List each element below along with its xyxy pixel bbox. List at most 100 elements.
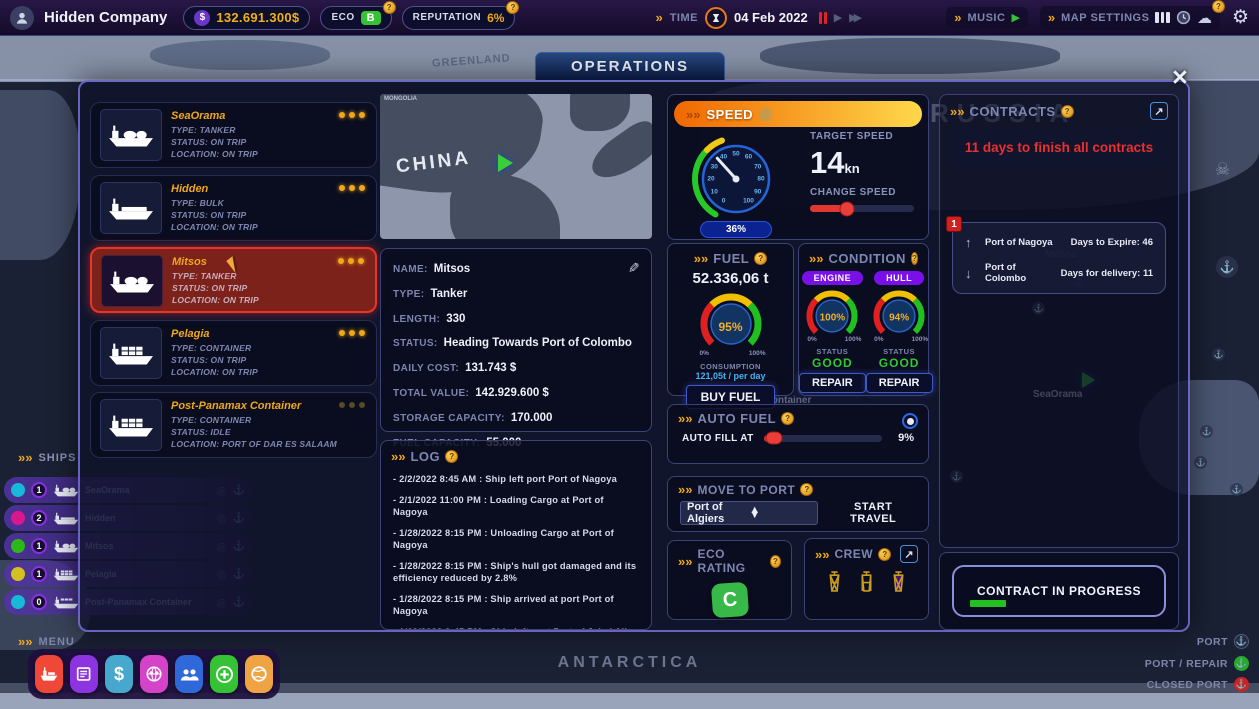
- crew-external-link-icon[interactable]: ↗: [900, 545, 918, 563]
- auto-fill-slider[interactable]: [764, 435, 882, 442]
- ship-card-mitsos-selected[interactable]: Mitsos TYPE: TANKER STATUS: ON TRIP LOCA…: [90, 247, 377, 313]
- ship-thumbnail: [100, 327, 162, 379]
- ship-count-badge: 1: [31, 538, 47, 554]
- ship-count-badge: 0: [31, 594, 47, 610]
- help-coin-icon[interactable]: ?: [383, 1, 396, 14]
- main-menu-bar: $: [28, 649, 280, 699]
- ship-card-pelagia[interactable]: Pelagia TYPE: CONTAINER STATUS: ON TRIP …: [90, 320, 377, 386]
- start-travel-button[interactable]: START TRAVEL: [830, 501, 916, 525]
- settings-gear-icon[interactable]: ⚙: [1232, 6, 1249, 29]
- port-marker-icon[interactable]: ⚓: [1230, 483, 1243, 496]
- port-marker-icon[interactable]: ⚓: [1212, 348, 1225, 361]
- detail-label: LENGTH:: [393, 314, 440, 325]
- music-control[interactable]: » MUSIC ▶: [946, 7, 1028, 28]
- speed-slider[interactable]: [810, 205, 914, 212]
- menu-world-button[interactable]: [245, 655, 273, 693]
- gauge-tick: 0: [722, 197, 726, 204]
- ship-name: Pelagia: [171, 328, 367, 340]
- contract-count-badge: 1: [946, 216, 962, 232]
- auto-fill-slider-knob[interactable]: [766, 432, 783, 445]
- help-coin-icon[interactable]: ?: [506, 1, 519, 14]
- repair-engine-button[interactable]: REPAIR: [799, 373, 866, 393]
- map-settings-control[interactable]: » MAP SETTINGS ? ☁: [1040, 6, 1220, 30]
- ship-rating-dots: [339, 402, 365, 408]
- chevron-icon: »: [655, 10, 662, 25]
- menu-ships-button[interactable]: [35, 655, 63, 693]
- detail-label: TOTAL VALUE:: [393, 388, 469, 399]
- fast-forward-button[interactable]: ▶▶: [849, 11, 858, 24]
- ship-icon: [53, 595, 79, 609]
- contract-card[interactable]: 1 ↑ Port of Nagoya Days to Expire: 46 ↓ …: [952, 222, 1166, 294]
- menu-add-button[interactable]: [210, 655, 238, 693]
- help-coin-icon[interactable]: ?: [878, 548, 891, 561]
- help-coin-icon[interactable]: ?: [754, 252, 767, 265]
- map-land-mass: [150, 40, 330, 70]
- port-marker-icon[interactable]: ⚓: [1200, 425, 1213, 438]
- contracts-external-link-icon[interactable]: ↗: [1150, 102, 1168, 120]
- ship-card-post-panamax[interactable]: Post-Panamax Container TYPE: CONTAINER S…: [90, 392, 377, 458]
- pause-button[interactable]: [819, 12, 827, 24]
- gauge-max-label: 100%: [749, 350, 766, 357]
- company-avatar-icon[interactable]: [10, 6, 34, 30]
- ship-location-minimap[interactable]: MONGOLIA CHINA: [380, 94, 652, 239]
- gauge-min-label: 0%: [874, 336, 883, 343]
- move-to-port-panel: »» MOVE TO PORT ? Port of Algiers ▲▼ STA…: [667, 476, 929, 532]
- ship-color-dot: [11, 483, 25, 497]
- port-marker-icon[interactable]: ⚓: [1194, 456, 1207, 469]
- menu-news-button[interactable]: [70, 655, 98, 693]
- menu-crew-button[interactable]: [175, 655, 203, 693]
- help-coin-icon[interactable]: ?: [800, 483, 813, 496]
- menu-label: MENU: [38, 636, 74, 648]
- gauge-tick: 90: [754, 188, 761, 195]
- clock-icon[interactable]: [1176, 10, 1191, 25]
- help-coin-icon[interactable]: ?: [911, 252, 918, 265]
- weather-cloud-icon[interactable]: ☁: [1197, 9, 1212, 27]
- menu-market-button[interactable]: [140, 655, 168, 693]
- ship-type: TYPE: TANKER: [171, 124, 367, 136]
- help-coin-icon[interactable]: ?: [1061, 105, 1074, 118]
- auto-fuel-toggle[interactable]: [902, 413, 918, 429]
- log-entry: - 1/10/2022 2:45 PM : Ship left port Por…: [381, 626, 651, 630]
- people-icon: [180, 667, 199, 682]
- minimap-land: [570, 94, 630, 131]
- speed-slider-knob[interactable]: [840, 201, 855, 216]
- contract-in-progress-button[interactable]: CONTRACT IN PROGRESS: [952, 565, 1166, 617]
- dollar-icon: $: [114, 664, 124, 685]
- ship-rating-dots: [339, 112, 365, 118]
- edit-pencil-icon[interactable]: ✎: [625, 262, 642, 274]
- contract-progress-bar: [970, 600, 1006, 607]
- help-coin-icon[interactable]: ?: [445, 450, 458, 463]
- crew-member-icon[interactable]: [859, 571, 874, 592]
- ship-card-hidden[interactable]: Hidden TYPE: BULK STATUS: ON TRIP LOCATI…: [90, 175, 377, 241]
- speedometer-gauge: 0 10 20 30 40 50 60 70 80 90 100: [690, 133, 782, 225]
- fuel-panel: »» FUEL ? 52.336,06 t 95% 0% 100% CONSUM…: [667, 243, 794, 396]
- menu-finance-button[interactable]: $: [105, 655, 133, 693]
- ship-name: Hidden: [171, 183, 367, 195]
- engine-badge: ENGINE: [802, 271, 864, 285]
- crew-member-icon[interactable]: [891, 571, 906, 592]
- layers-bars-icon[interactable]: [1155, 12, 1170, 23]
- ship-log-panel: »» LOG ? - 2/2/2022 8:45 AM : Ship left …: [380, 440, 652, 630]
- play-button[interactable]: ▶: [834, 11, 842, 24]
- detail-value: Mitsos: [434, 263, 470, 275]
- ship-card-seaorama[interactable]: SeaOrama TYPE: TANKER STATUS: ON TRIP LO…: [90, 102, 377, 168]
- ship-status: STATUS: ON TRIP: [171, 136, 367, 148]
- chevron-icon: »»: [694, 251, 708, 266]
- legend-port-repair: PORT / REPAIR ⚓: [1145, 656, 1249, 671]
- chevron-icon: »»: [950, 104, 964, 119]
- help-coin-icon[interactable]: ?: [770, 555, 781, 568]
- eco-rating-panel: »» ECO RATING ? C: [667, 540, 792, 620]
- help-coin-icon[interactable]: ?: [1212, 0, 1225, 13]
- help-coin-icon[interactable]: [759, 108, 772, 121]
- port-select-dropdown[interactable]: Port of Algiers ▲▼: [680, 501, 818, 525]
- repair-hull-button[interactable]: REPAIR: [866, 373, 933, 393]
- close-icon[interactable]: ×: [1172, 64, 1188, 91]
- help-coin-icon[interactable]: ?: [781, 412, 794, 425]
- auto-fuel-panel: »» AUTO FUEL ? AUTO FILL AT 9%: [667, 404, 929, 464]
- music-play-icon[interactable]: ▶: [1011, 11, 1019, 24]
- move-to-port-title: MOVE TO PORT: [697, 483, 795, 497]
- ship-color-dot: [11, 539, 25, 553]
- crew-member-icon[interactable]: [827, 571, 842, 592]
- log-title: LOG: [410, 449, 440, 464]
- port-marker-icon[interactable]: ⚓: [1216, 256, 1238, 278]
